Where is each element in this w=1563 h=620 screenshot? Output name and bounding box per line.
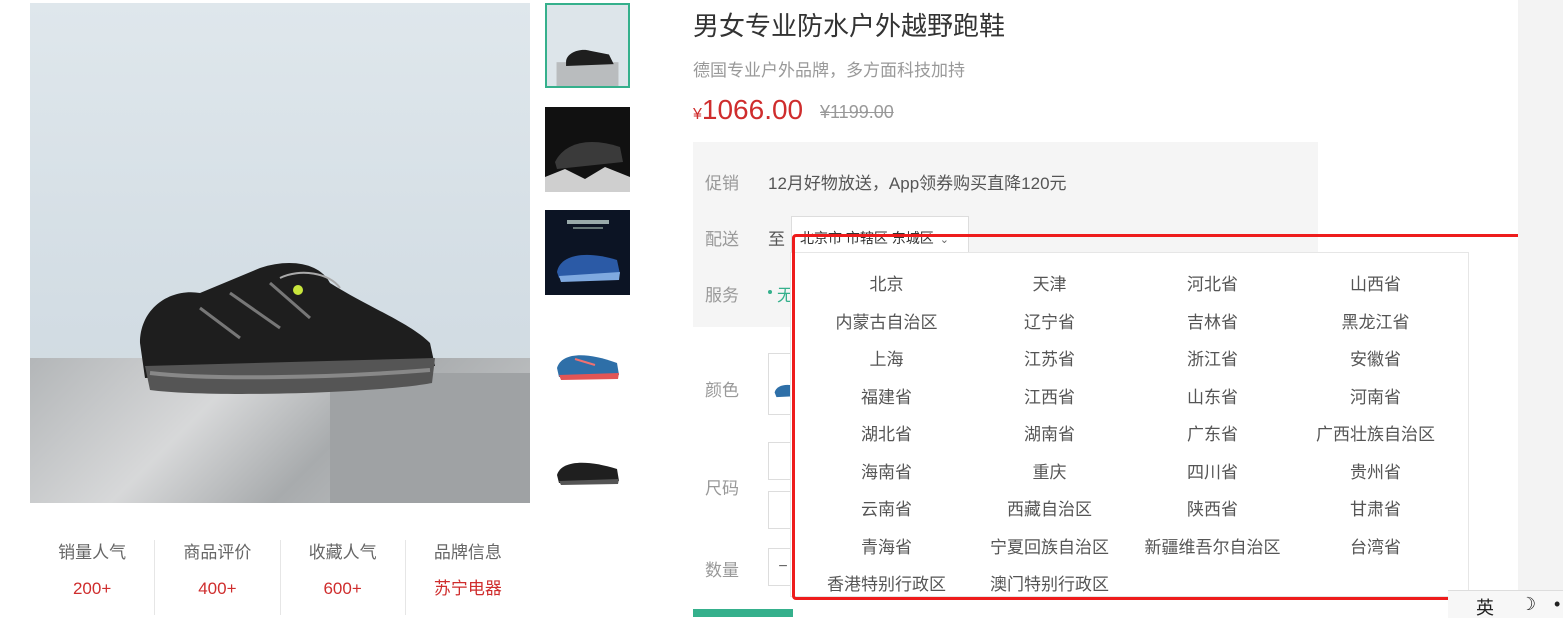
stat-label: 品牌信息 <box>433 543 502 562</box>
thumbnail-2[interactable] <box>545 107 630 192</box>
product-title: 男女专业防水户外越野跑鞋 <box>693 11 1006 41</box>
stat-value: 600+ <box>323 579 362 598</box>
quantity-label: 数量 <box>705 561 739 580</box>
current-price: ¥1066.00 <box>693 94 803 126</box>
thumbnail-5[interactable] <box>545 427 630 512</box>
thumbnail-3[interactable] <box>545 210 630 295</box>
shoe-image <box>140 263 435 394</box>
ime-toolbar[interactable]: 英 ☽ • <box>1448 590 1563 618</box>
product-stats: 销量人气 200+ 商品评价 400+ 收藏人气 600+ 品牌信息 苏宁电器 <box>30 540 530 615</box>
page-edge <box>1518 0 1563 617</box>
delivery-label: 配送 <box>705 230 739 249</box>
ime-mode[interactable]: 英 <box>1476 594 1494 620</box>
service-label: 服务 <box>705 286 739 305</box>
stat-value: 400+ <box>198 579 237 598</box>
delivery-to: 至 <box>768 230 785 249</box>
main-product-image <box>30 3 530 503</box>
promo-label: 促销 <box>705 174 739 193</box>
moon-icon[interactable]: ☽ <box>1520 594 1536 615</box>
original-price: ¥1199.00 <box>820 102 894 122</box>
stat-sales: 销量人气 200+ <box>30 540 156 615</box>
size-label: 尺码 <box>705 479 739 498</box>
service-bullet-icon <box>768 290 772 294</box>
stat-brand[interactable]: 品牌信息 苏宁电器 <box>406 540 530 615</box>
stat-value: 200+ <box>72 579 112 598</box>
promo-text: 12月好物放送，App领券购买直降120元 <box>768 174 1067 193</box>
brand-link[interactable]: 苏宁电器 <box>406 576 530 602</box>
buy-button[interactable] <box>693 609 793 617</box>
thumbnail-1[interactable] <box>545 3 630 88</box>
currency-symbol: ¥ <box>693 106 702 123</box>
thumbnail-4[interactable] <box>545 323 630 408</box>
stat-label: 销量人气 <box>58 543 127 562</box>
dot-icon[interactable]: • <box>1554 594 1560 615</box>
stat-favorites: 收藏人气 600+ <box>281 540 406 615</box>
stat-label: 商品评价 <box>183 543 252 562</box>
stat-label: 收藏人气 <box>308 543 377 562</box>
price-value: 1066.00 <box>701 94 804 125</box>
stat-reviews[interactable]: 商品评价 400+ <box>155 540 281 615</box>
highlight-box <box>792 234 1527 600</box>
color-label: 颜色 <box>705 381 739 400</box>
product-subtitle: 德国专业户外品牌，多方面科技加持 <box>693 61 965 80</box>
